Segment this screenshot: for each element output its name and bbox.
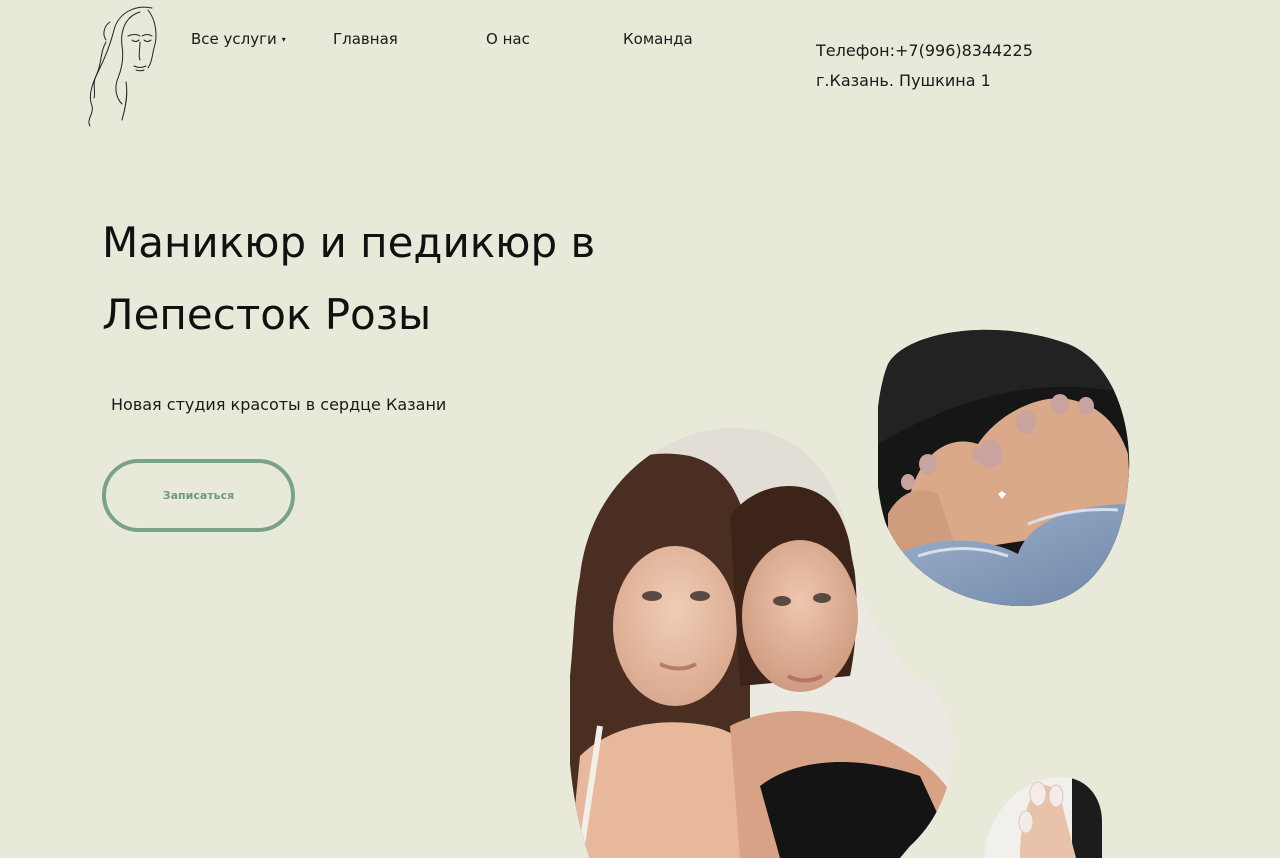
nav-home-link[interactable]: Главная [333,30,398,48]
hero-title: Маникюр и педикюр в Лепесток Розы [102,207,595,351]
manicure-photo [980,772,1104,858]
hero-subtitle: Новая студия красоты в сердце Казани [111,395,447,414]
chevron-down-icon: ▾ [281,35,286,44]
hero-title-line-2: Лепесток Розы [102,290,432,339]
phone-text[interactable]: Телефон:+7(996)8344225 [816,36,1033,66]
book-appointment-button[interactable]: Записаться [102,459,295,532]
contact-info: Телефон:+7(996)8344225 г.Казань. Пушкина… [816,36,1033,96]
nav-about-link[interactable]: О нас [486,30,530,48]
nav-services-dropdown[interactable]: Все услуги ▾ [191,30,286,48]
hero-title-line-1: Маникюр и педикюр в [102,218,596,267]
address-text: г.Казань. Пушкина 1 [816,71,991,90]
nav-services-label: Все услуги [191,30,277,48]
nav-team-link[interactable]: Команда [623,30,693,48]
logo-face-icon[interactable] [82,2,164,130]
models-photo [560,426,958,858]
